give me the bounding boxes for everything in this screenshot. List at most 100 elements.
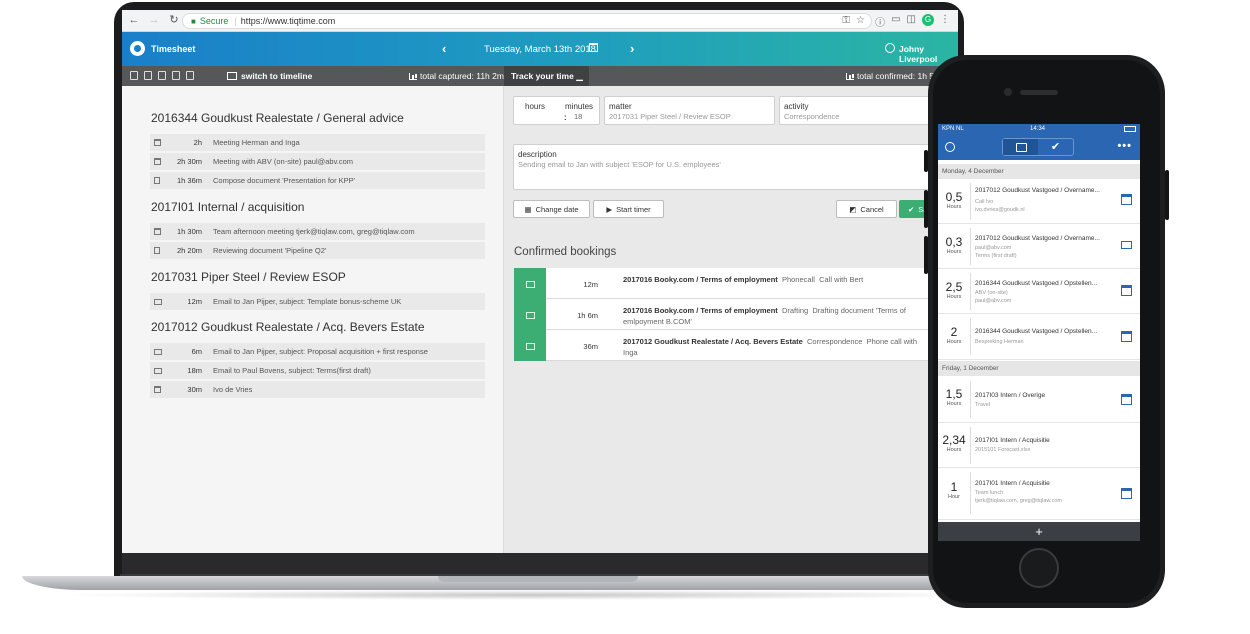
entry-subtitle: 2015101 Forecast.xlsx <box>975 447 1031 453</box>
activity-row[interactable]: 2h 30m Meeting with ABV (on-site) paul@a… <box>150 153 485 171</box>
excel-filter-icon[interactable] <box>158 71 166 80</box>
booking-row[interactable]: 36m 2017012 Goudkust Realestate / Acq. B… <box>514 330 934 361</box>
cancel-button[interactable]: ◩ Cancel <box>836 200 897 218</box>
calendar-icon <box>154 158 161 165</box>
phone-power-button <box>1165 170 1169 220</box>
minimize-icon[interactable]: ▁ <box>576 71 583 81</box>
back-icon[interactable]: ← <box>128 14 140 27</box>
matter-field[interactable]: matter 2017031 Piper Steel / Review ESOP <box>604 96 775 125</box>
address-bar-actions: ⚿ ☆ <box>842 15 865 26</box>
activity-row[interactable]: 1h 30m Team afternoon meeting tjerk@tiql… <box>150 223 485 241</box>
grammarly-icon[interactable]: G <box>922 14 934 26</box>
track-your-time-tab[interactable]: Track your time ▁ <box>504 66 589 86</box>
entry-subtitle: Call Ivo <box>975 199 994 205</box>
description-value[interactable]: Sending email to Jan with subject 'ESOP … <box>518 160 721 169</box>
entry-hours: 0,3 <box>945 235 963 249</box>
phone-entry[interactable]: 1 Hour 2017I01 Intern / Acquisitie Team … <box>938 468 1140 520</box>
add-entry-button[interactable]: + <box>938 522 1140 541</box>
document-filter-icon[interactable] <box>144 71 152 80</box>
phone-home-button[interactable] <box>1019 548 1059 588</box>
entry-subtitle: Bespreking Herman <box>975 339 1024 345</box>
menu-icon[interactable]: ⋮ <box>940 14 950 29</box>
url-text: https://www.tiqtime.com <box>240 16 336 26</box>
change-date-label: Change date <box>535 204 579 214</box>
phone-entry[interactable]: 2 Hours 2016344 Goudkust Vastgoed / Opst… <box>938 314 1140 360</box>
switch-to-timeline-button[interactable]: switch to timeline <box>227 71 312 81</box>
activity-value[interactable]: Correspondence <box>784 112 839 121</box>
confirmed-bookings-title: Confirmed bookings <box>514 246 617 258</box>
info-icon[interactable]: ⓘ <box>875 14 885 29</box>
activity-row[interactable]: 12m Email to Jan Pijper, subject: Templa… <box>150 293 485 311</box>
matter-value[interactable]: 2017031 Piper Steel / Review ESOP <box>609 112 731 121</box>
activity-row[interactable]: 2h Meeting Herman and Inga <box>150 134 485 152</box>
group-title: 2017I01 Internal / acquisition <box>151 200 305 214</box>
mail-icon <box>514 268 546 299</box>
calendar-icon <box>154 228 161 235</box>
mail-filter-icon[interactable] <box>172 71 180 80</box>
user-icon[interactable] <box>885 43 895 53</box>
description-field[interactable]: description Sending email to Jan with su… <box>513 144 949 190</box>
calendar-icon[interactable] <box>589 43 598 52</box>
mail-icon <box>514 299 546 330</box>
activity-description: Meeting with ABV (on-site) paul@abv.com <box>213 157 354 166</box>
lock-icon: ■ <box>191 16 196 26</box>
toolbar: switch to timeline total captured: 11h 2… <box>122 66 958 86</box>
calendar-filter-icon[interactable] <box>130 71 138 80</box>
entry-hours: 2,5 <box>945 280 963 294</box>
inbox-tab-icon[interactable] <box>1003 139 1038 155</box>
app-logo-icon <box>130 41 145 56</box>
activity-row[interactable]: 2h 20m Reviewing document 'Pipeline Q2' <box>150 242 485 260</box>
secure-label: Secure <box>199 16 229 26</box>
activity-description: Email to Paul Bovens, subject: Terms(fir… <box>213 366 371 375</box>
activity-row[interactable]: 1h 36m Compose document 'Presentation fo… <box>150 172 485 190</box>
key-icon[interactable]: ⚿ <box>842 15 850 26</box>
carrier-label: KPN NL <box>942 126 964 132</box>
previous-day-icon[interactable]: ‹ <box>442 41 446 56</box>
total-captured: total captured: 11h 2m <box>409 71 504 81</box>
activity-duration: 6m <box>191 347 202 356</box>
laptop-screen: ← → ↻ ■ Secure | https://www.tiqtime.com… <box>122 10 958 553</box>
captured-activities-panel: 2016344 Goudkust Realestate / General ad… <box>122 86 504 553</box>
entry-hours: 2 <box>950 325 958 339</box>
phone-entry[interactable]: 0,3 Hours 2017012 Goudkust Vastgoed / Ov… <box>938 224 1140 269</box>
next-day-icon[interactable]: › <box>630 41 634 56</box>
start-timer-button[interactable]: ▶ Start timer <box>593 200 664 218</box>
booking-row[interactable]: 1h 6m 2017016 Booky.com / Terms of emplo… <box>514 299 934 330</box>
entry-title: 2017I03 Intern / Overige <box>975 392 1046 399</box>
calendar-icon: ▦ <box>524 204 532 214</box>
star-icon[interactable]: ☆ <box>856 15 865 26</box>
confirmed-tab-icon[interactable]: ✔ <box>1038 139 1073 155</box>
entry-subtitle: ivo.dvries@goudk.nl <box>975 207 1025 213</box>
calendar-icon <box>154 139 161 146</box>
entry-subtitle: paul@abv.com <box>975 298 1012 304</box>
phone-entry[interactable]: 2,5 Hours 2016344 Goudkust Vastgoed / Op… <box>938 269 1140 314</box>
phone-screen: KPN NL 14:34 ✔ ••• Monday, 4 December 0,… <box>938 124 1140 541</box>
day-section-header: Monday, 4 December <box>938 164 1140 179</box>
camera-icon[interactable]: ◫ <box>907 14 916 29</box>
booking-row[interactable]: 12m 2017016 Booky.com / Terms of employm… <box>514 268 934 299</box>
more-icon[interactable]: ••• <box>1117 140 1132 152</box>
phone-entry[interactable]: 0,5 Hours 2017012 Goudkust Vastgoed / Ov… <box>938 179 1140 224</box>
activity-description: Meeting Herman and Inga <box>213 138 300 147</box>
change-date-button[interactable]: ▦ Change date <box>513 200 590 218</box>
activity-row[interactable]: 6m Email to Jan Pijper, subject: Proposa… <box>150 343 485 361</box>
forward-icon[interactable]: → <box>148 14 160 27</box>
minutes-value[interactable]: 18 <box>574 112 582 121</box>
address-bar[interactable]: ■ Secure | https://www.tiqtime.com ⚿ ☆ <box>182 13 872 29</box>
cast-icon[interactable]: ▭ <box>891 14 900 29</box>
activity-row[interactable]: 18m Email to Paul Bovens, subject: Terms… <box>150 362 485 380</box>
current-date[interactable]: Tuesday, March 13th 2018 <box>484 44 596 55</box>
start-timer-label: Start timer <box>616 204 651 214</box>
phone-filter-icon[interactable] <box>186 71 194 80</box>
phone-entry[interactable]: 1,5 Hours 2017I03 Intern / Overige Trave… <box>938 377 1140 423</box>
play-icon: ▶ <box>606 204 613 214</box>
duration-field[interactable]: hours : minutes 18 <box>513 96 600 125</box>
app-logo-icon <box>945 142 955 152</box>
reload-icon[interactable]: ↻ <box>168 14 180 27</box>
activity-field[interactable]: activity Correspondence <box>779 96 949 125</box>
phone-entry[interactable]: 2,34 Hours 2017I01 Intern / Acquisitie 2… <box>938 423 1140 468</box>
activity-row[interactable]: 30m Ivo de Vries <box>150 381 485 399</box>
booking-duration: 12m <box>583 280 598 289</box>
booking-matter: 2017012 Goudkust Realestate / Acq. Bever… <box>623 337 803 346</box>
booking-matter: 2017016 Booky.com / Terms of employment <box>623 306 778 315</box>
